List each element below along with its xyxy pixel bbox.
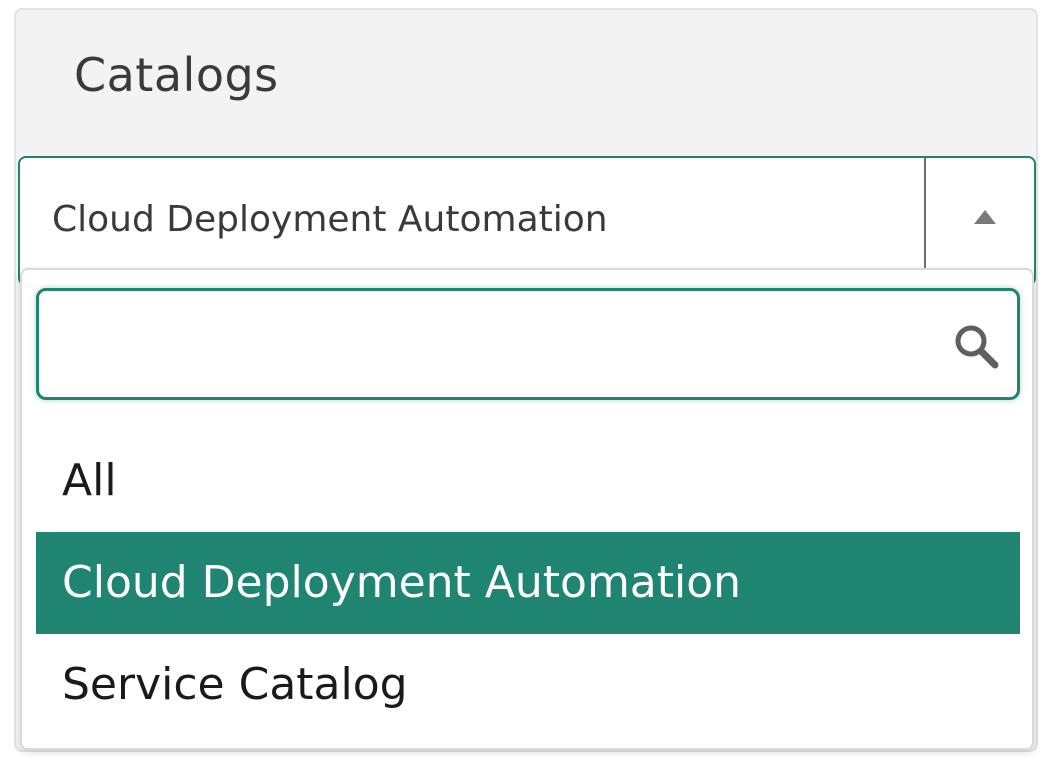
- search-input[interactable]: [51, 305, 935, 383]
- option-list: All Cloud Deployment Automation Service …: [36, 430, 1020, 736]
- panel-title: Catalogs: [74, 48, 279, 102]
- search-field[interactable]: [36, 288, 1020, 400]
- catalog-select[interactable]: Cloud Deployment Automation: [18, 156, 1036, 286]
- option-service-catalog[interactable]: Service Catalog: [36, 634, 1020, 736]
- option-all[interactable]: All: [36, 430, 1020, 532]
- catalog-dropdown-menu: All Cloud Deployment Automation Service …: [20, 268, 1034, 750]
- caret-up-icon: [974, 210, 996, 224]
- search-icon: [955, 325, 999, 369]
- selected-catalog-value: Cloud Deployment Automation: [52, 199, 608, 240]
- dropdown-toggle-button[interactable]: [924, 158, 1036, 284]
- option-cloud-deployment-automation[interactable]: Cloud Deployment Automation: [36, 532, 1020, 634]
